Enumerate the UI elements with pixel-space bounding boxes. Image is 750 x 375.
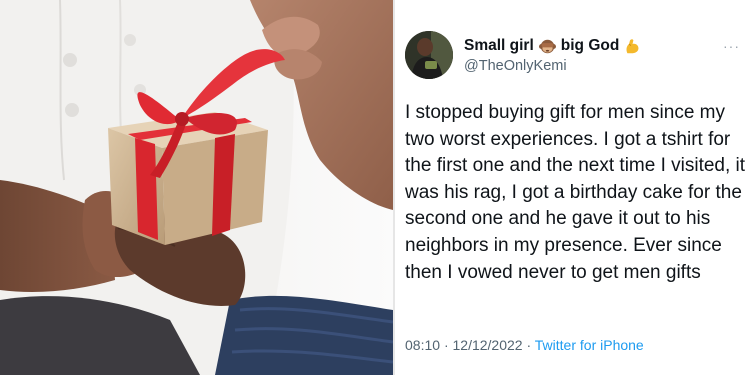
display-name[interactable]: Small girl big God [464,37,646,55]
tweet-text: I stopped buying gift for men since my t… [405,102,746,283]
see-no-evil-monkey-icon [538,38,556,55]
tweet-time[interactable]: 08:10 [405,337,440,353]
user-handle[interactable]: @TheOnlyKemi [464,58,567,74]
tweet-date[interactable]: 12/12/2022 [453,337,523,353]
tweet-source-link[interactable]: Twitter for iPhone [535,337,644,353]
tweet-metadata: 08:10 · 12/12/2022 · Twitter for iPhone [405,337,644,353]
flexed-biceps-icon [624,38,641,55]
tweet-card: Small girl big God @TheOnlyKemi ··· I st… [395,0,750,375]
avatar[interactable] [405,31,453,79]
gift-photo [0,0,393,375]
more-options-icon[interactable]: ··· [723,38,740,54]
meta-separator: · [443,337,449,353]
meta-separator-2: · [526,337,532,353]
display-name-part2: big God [560,37,620,54]
display-name-part1: Small girl [464,37,534,54]
